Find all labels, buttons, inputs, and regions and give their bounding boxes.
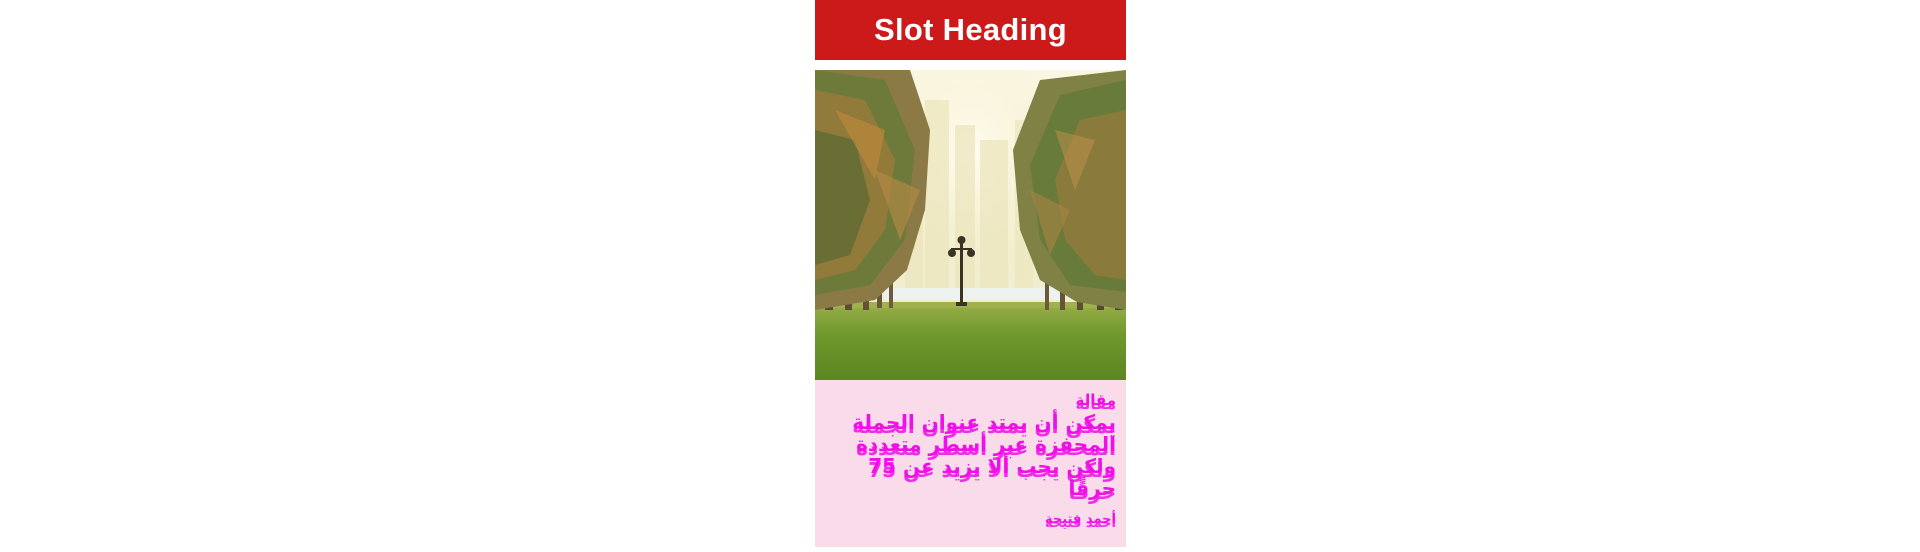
caption-author-ghost: أحمد فتيحة xyxy=(1045,516,1116,531)
caption-author: أحمد فتيحة أحمد فتيحة xyxy=(831,513,1116,531)
slot-heading: Slot Heading xyxy=(815,0,1126,60)
slot-gap xyxy=(815,60,1126,70)
slot-card: Slot Heading مقالة مقالة يمكن أن يمتد عن… xyxy=(815,0,1126,547)
slot-image[interactable] xyxy=(815,70,1126,380)
slot-caption: مقالة مقالة يمكن أن يمتد عنوان الجملة ال… xyxy=(815,380,1126,547)
caption-title[interactable]: يمكن أن يمتد عنوان الجملة المحفزة عبر أس… xyxy=(831,411,1116,503)
caption-label: مقالة مقالة xyxy=(831,391,1116,413)
caption-title-ghost: يمكن أن يمتد عنوان الجملة المحفزة عبر أس… xyxy=(852,414,1116,504)
